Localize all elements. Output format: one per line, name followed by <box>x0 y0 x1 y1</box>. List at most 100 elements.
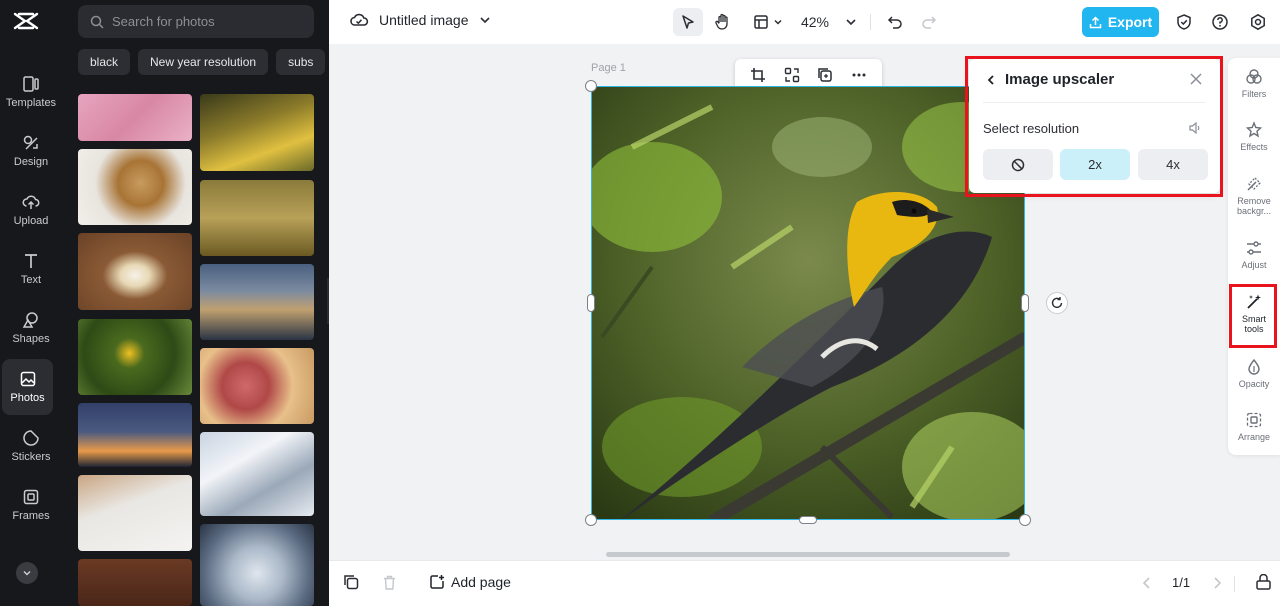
help-button[interactable] <box>1208 8 1232 36</box>
rail-item-design[interactable]: Design <box>0 123 62 179</box>
tool-remove-background[interactable]: Remove backgr... <box>1228 175 1280 216</box>
select-resolution-label: Select resolution <box>983 121 1080 136</box>
rail-item-label: Shapes <box>12 333 50 345</box>
chevron-down-icon <box>479 17 490 24</box>
upscaler-header[interactable]: Image upscaler <box>985 71 1114 88</box>
rail-item-photos[interactable]: Photos <box>2 359 53 415</box>
redo-button[interactable] <box>917 8 941 36</box>
rail-item-templates[interactable]: Templates <box>0 64 62 120</box>
security-button[interactable] <box>1172 8 1196 36</box>
tool-label: Filters <box>1241 89 1267 99</box>
tool-filters[interactable]: Filters <box>1228 68 1280 99</box>
upscaler-title: Image upscaler <box>1005 71 1115 88</box>
bottom-toolbar: Add page 1/1 <box>329 560 1280 606</box>
chip-subs[interactable]: subs <box>276 49 326 75</box>
back-icon[interactable] <box>985 74 997 86</box>
resize-handle-left[interactable] <box>587 294 595 312</box>
document-title: Untitled image <box>379 12 469 28</box>
crop-icon[interactable] <box>750 67 766 83</box>
rail-item-stickers[interactable]: Stickers <box>0 418 62 474</box>
photo-thumbnail[interactable] <box>78 559 192 606</box>
chip-black[interactable]: black <box>78 49 131 75</box>
photos-panel: Search for photos black New year resolut… <box>62 0 329 606</box>
cursor-icon <box>682 15 694 29</box>
resolution-option-4x[interactable]: 4x <box>1138 149 1208 180</box>
undo-button[interactable] <box>883 8 907 36</box>
collapse-rail-button[interactable] <box>16 562 38 584</box>
rotate-handle[interactable] <box>1046 292 1068 314</box>
photo-thumbnail[interactable] <box>78 94 192 141</box>
zoom-selector[interactable]: 42% <box>797 8 861 36</box>
tool-opacity[interactable]: Opacity <box>1228 358 1280 389</box>
select-tool-button[interactable] <box>673 8 703 36</box>
search-input[interactable]: Search for photos <box>78 5 314 38</box>
photo-thumbnail[interactable] <box>200 348 314 424</box>
duplicate-icon[interactable] <box>817 67 833 83</box>
photo-thumbnail[interactable] <box>200 264 314 340</box>
rail-item-label: Upload <box>13 215 49 227</box>
photo-thumbnail[interactable] <box>78 319 192 395</box>
rail-item-label: Frames <box>12 510 50 522</box>
text-icon <box>25 254 37 268</box>
capcut-editor: Templates Design Upload Text Shapes Phot… <box>0 0 1280 606</box>
rail-item-label: Templates <box>5 97 57 109</box>
resize-handle-bottom-left[interactable] <box>585 514 597 526</box>
photo-thumbnail[interactable] <box>78 403 192 467</box>
photo-thumbnail[interactable] <box>78 149 192 225</box>
speaker-icon[interactable] <box>1188 121 1202 135</box>
settings-button[interactable] <box>1246 8 1270 36</box>
rotate-icon <box>1051 297 1063 309</box>
page-manager-icon[interactable] <box>1255 574 1272 591</box>
capcut-logo[interactable] <box>13 10 39 32</box>
photo-thumbnail[interactable] <box>78 475 192 551</box>
resize-handle-bottom-right[interactable] <box>1019 514 1031 526</box>
rail-item-frames[interactable]: Frames <box>0 477 62 533</box>
add-page-button[interactable]: Add page <box>429 574 511 590</box>
tool-adjust[interactable]: Adjust <box>1228 239 1280 270</box>
rail-item-upload[interactable]: Upload <box>0 182 62 238</box>
divider <box>983 102 1206 103</box>
photo-thumbnail[interactable] <box>200 180 314 256</box>
photos-icon <box>20 371 35 387</box>
right-tool-rail: Filters Effects Remove backgr... Adjust … <box>1228 58 1280 455</box>
selected-bird-image[interactable] <box>591 86 1025 520</box>
close-icon[interactable] <box>1188 71 1204 87</box>
resize-handle-bottom[interactable] <box>799 516 817 524</box>
tool-smart-tools[interactable]: Smart tools <box>1228 293 1280 334</box>
rail-item-shapes[interactable]: Shapes <box>0 300 62 356</box>
photo-thumbnail[interactable] <box>200 524 314 606</box>
hand-tool-button[interactable] <box>709 8 737 36</box>
document-title-area[interactable]: Untitled image <box>349 10 491 30</box>
shield-check-icon <box>1177 14 1191 30</box>
more-options-icon[interactable] <box>851 67 867 83</box>
replace-image-icon[interactable] <box>784 67 800 83</box>
tool-effects[interactable]: Effects <box>1228 121 1280 152</box>
resolution-option-2x[interactable]: 2x <box>1060 149 1130 180</box>
top-toolbar: Untitled image 42% Export <box>329 0 1280 44</box>
delete-page-icon[interactable] <box>381 574 398 591</box>
photo-thumbnail[interactable] <box>200 94 314 171</box>
bottom-divider <box>1234 576 1235 592</box>
tool-arrange[interactable]: Arrange <box>1228 411 1280 442</box>
tool-label: Opacity <box>1238 379 1270 389</box>
export-button[interactable]: Export <box>1082 7 1159 37</box>
duplicate-page-icon[interactable] <box>343 574 360 591</box>
tool-label: Arrange <box>1237 432 1271 442</box>
resize-handle-right[interactable] <box>1021 294 1029 312</box>
undo-icon <box>887 16 902 29</box>
smart-tools-icon <box>1247 294 1261 309</box>
photo-thumbnail[interactable] <box>78 233 192 310</box>
photo-thumbnail[interactable] <box>200 432 314 516</box>
chip-new-year-resolution[interactable]: New year resolution <box>138 49 269 75</box>
next-page-icon[interactable] <box>1211 576 1223 590</box>
horizontal-scrollbar[interactable] <box>606 552 1010 557</box>
page-label: Page 1 <box>591 62 626 74</box>
resolution-option-none[interactable] <box>983 149 1053 180</box>
export-icon <box>1089 15 1102 28</box>
tool-label: Remove backgr... <box>1236 196 1272 216</box>
remove-background-icon <box>1247 177 1261 191</box>
layout-menu-button[interactable] <box>749 8 787 36</box>
prev-page-icon[interactable] <box>1141 576 1153 590</box>
rail-item-text[interactable]: Text <box>0 241 62 297</box>
resize-handle-top-left[interactable] <box>585 80 597 92</box>
